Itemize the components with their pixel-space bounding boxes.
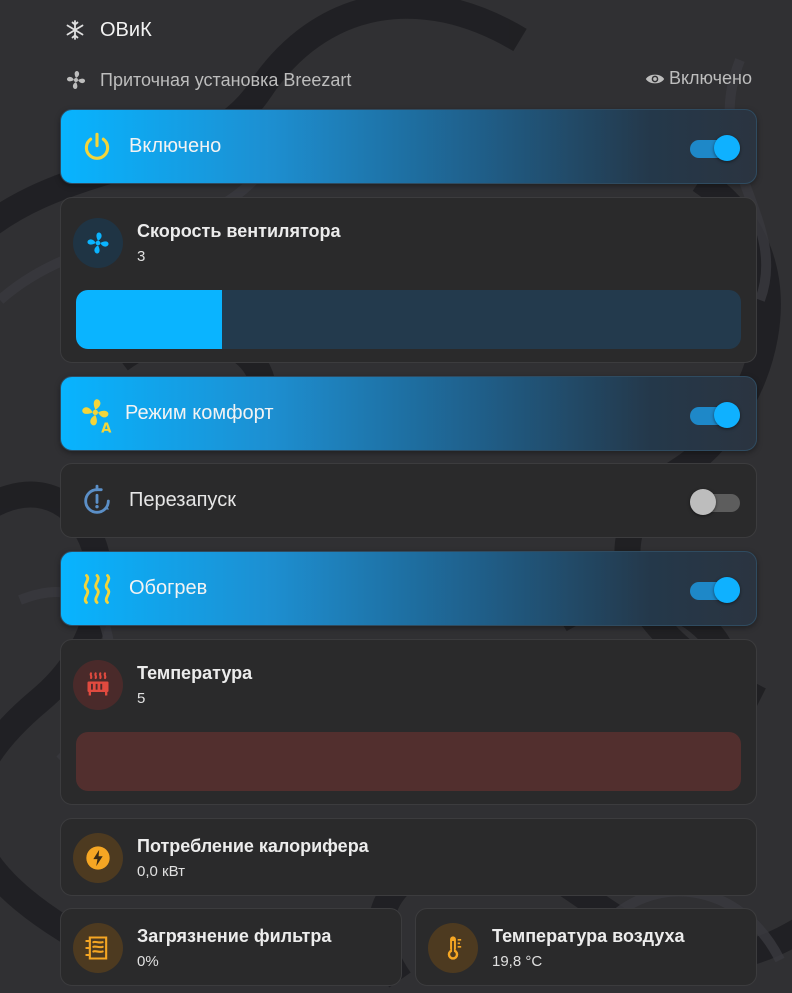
heater-power-value: 0,0 кВт — [137, 863, 185, 880]
heating-toggle-card[interactable]: Обогрев — [60, 551, 757, 626]
eye-icon — [645, 74, 665, 83]
air-temperature-value: 19,8 °C — [492, 953, 543, 970]
comfort-toggle-card[interactable]: A Режим комфорт — [60, 376, 757, 451]
air-filter-icon — [73, 923, 123, 973]
svg-text:A: A — [101, 421, 112, 434]
restart-toggle-card[interactable]: Перезапуск — [60, 463, 757, 538]
power-toggle-card[interactable]: Включено — [60, 109, 757, 184]
filter-value: 0% — [137, 953, 159, 970]
filter-header: Загрязнение фильтра 0% — [73, 923, 331, 973]
heating-switch[interactable] — [690, 575, 740, 603]
heater-power-title: Потребление калорифера — [137, 836, 369, 856]
switch-knob — [714, 401, 740, 428]
power-switch[interactable] — [690, 133, 740, 161]
air-temperature-title: Температура воздуха — [492, 926, 685, 946]
restart-alert-icon — [77, 481, 117, 521]
fan-speed-card: Скорость вентилятора 3 — [60, 197, 757, 363]
fan-icon — [73, 218, 123, 268]
thermometer-icon — [428, 923, 478, 973]
section-header: ОВиК — [64, 18, 152, 42]
air-temperature-header: Температура воздуха 19,8 °C — [428, 923, 685, 973]
section-title: ОВиК — [100, 18, 152, 41]
switch-knob — [714, 576, 740, 603]
power-icon — [77, 127, 117, 167]
radiator-icon — [73, 660, 123, 710]
fan-speed-header: Скорость вентилятора 3 — [73, 218, 341, 268]
restart-label: Перезапуск — [129, 489, 236, 511]
heater-power-header: Потребление калорифера 0,0 кВт — [73, 833, 369, 883]
heater-power-card[interactable]: Потребление калорифера 0,0 кВт — [60, 818, 757, 896]
temperature-slider[interactable] — [76, 732, 741, 791]
power-label: Включено — [129, 135, 222, 157]
device-name: Приточная установка Breezart — [100, 69, 352, 90]
switch-knob — [690, 488, 716, 515]
temperature-value: 5 — [137, 690, 146, 707]
comfort-label: Режим комфорт — [125, 402, 274, 424]
fan-speed-title: Скорость вентилятора — [137, 221, 341, 241]
snowflake-thermometer-icon — [66, 20, 84, 40]
temperature-card: Температура 5 — [60, 639, 757, 805]
visibility-label: Включено — [668, 68, 752, 88]
comfort-switch[interactable] — [690, 400, 740, 428]
filter-card[interactable]: Загрязнение фильтра 0% — [60, 908, 402, 986]
heating-label: Обогрев — [129, 577, 208, 599]
fan-icon — [66, 70, 86, 90]
heat-wave-icon — [77, 569, 117, 609]
fan-auto-icon: A — [77, 394, 117, 434]
filter-title: Загрязнение фильтра — [137, 926, 332, 946]
lightning-icon — [73, 833, 123, 883]
temperature-title: Температура — [137, 663, 253, 683]
device-row[interactable]: Приточная установка Breezart — [64, 68, 351, 92]
switch-knob — [714, 134, 740, 161]
fan-speed-slider[interactable] — [76, 290, 741, 349]
air-temperature-card[interactable]: Температура воздуха 19,8 °C — [415, 908, 757, 986]
temperature-header: Температура 5 — [73, 660, 252, 710]
visibility-status: Включено — [645, 68, 752, 89]
restart-switch[interactable] — [690, 487, 740, 515]
fan-speed-value: 3 — [137, 248, 146, 265]
fan-speed-slider-fill — [76, 290, 223, 349]
